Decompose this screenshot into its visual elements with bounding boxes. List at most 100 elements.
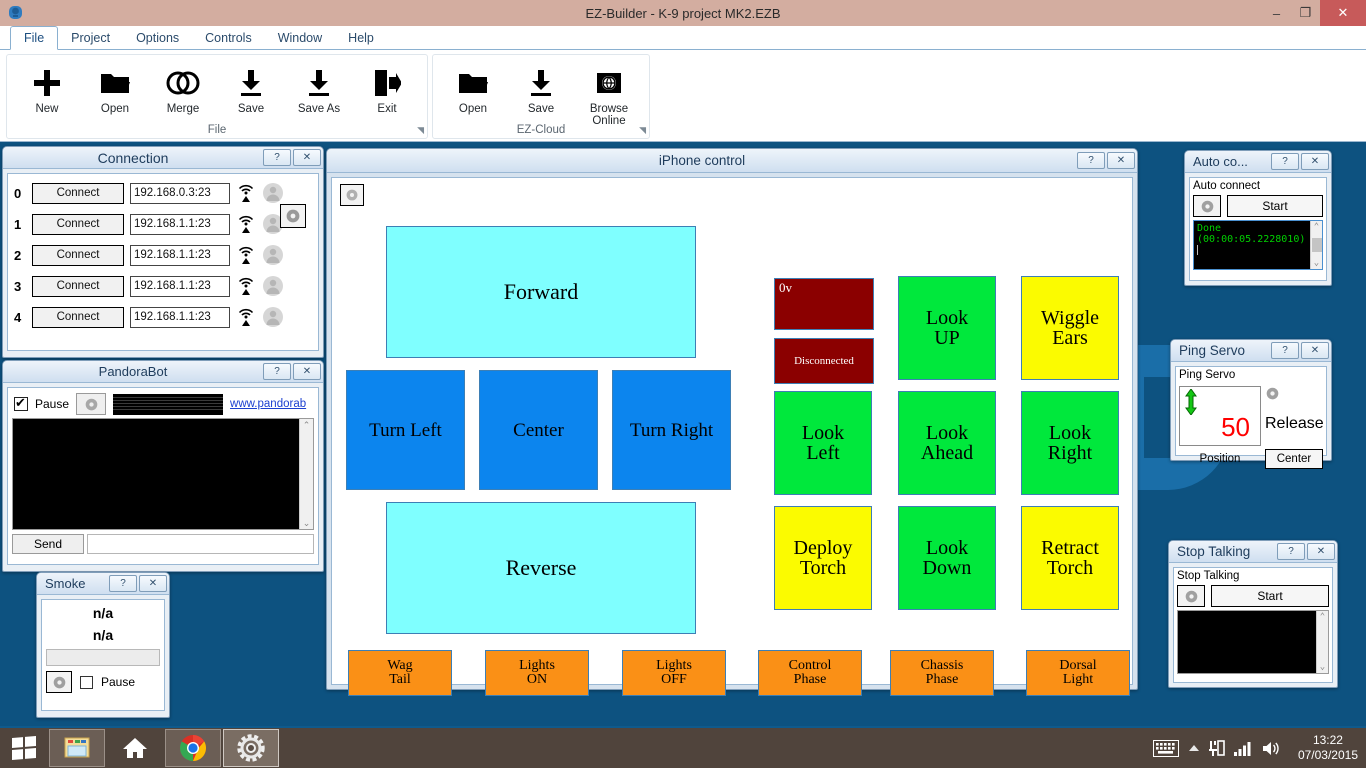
iphone-button-reverse[interactable]: Reverse [386, 502, 696, 634]
iphone-button-forward[interactable]: Forward [386, 226, 696, 358]
tab-controls[interactable]: Controls [192, 27, 265, 49]
smoke-help-button[interactable]: ? [109, 575, 137, 592]
iphone-button-look-right[interactable]: LookRight [1021, 391, 1119, 495]
stop-talking-start-button[interactable]: Start [1211, 585, 1329, 607]
ping-servo-help-button[interactable]: ? [1271, 342, 1299, 359]
close-button[interactable]: ✕ [1320, 0, 1366, 26]
connect-button-1[interactable]: Connect [32, 214, 124, 235]
smoke-settings-button[interactable] [46, 671, 72, 693]
network-icon[interactable] [1209, 739, 1225, 757]
connection-ip-input-4[interactable]: 192.168.1.1:23 [130, 307, 230, 328]
taskbar-file-explorer-button[interactable] [49, 729, 105, 767]
iphone-button-lights-off[interactable]: LightsOFF [622, 650, 726, 696]
ribbon-file-dialog-launcher[interactable]: ◥ [417, 125, 424, 136]
plus-icon [32, 63, 62, 103]
auto-connect-help-button[interactable]: ? [1271, 153, 1299, 170]
stop-talking-help-button[interactable]: ? [1277, 543, 1305, 560]
stop-talking-console[interactable]: ⌃ ⌄ [1177, 610, 1329, 674]
chevron-up-icon[interactable] [1188, 743, 1200, 753]
taskbar-settings-button[interactable] [223, 729, 279, 767]
scroll-down-icon[interactable]: ⌄ [303, 517, 311, 529]
tab-file[interactable]: File [10, 26, 58, 50]
iphone-button-wiggle-ears[interactable]: WiggleEars [1021, 276, 1119, 380]
iphone-button-retract-torch[interactable]: RetractTorch [1021, 506, 1119, 610]
connect-button-4[interactable]: Connect [32, 307, 124, 328]
iphone-button-dorsal-light[interactable]: DorsalLight [1026, 650, 1130, 696]
volume-icon[interactable] [1261, 740, 1281, 757]
pandorabot-help-button[interactable]: ? [263, 363, 291, 380]
auto-connect-console[interactable]: Done (00:00:05.2228010) ⌃ ⌄ [1193, 220, 1323, 270]
ping-servo-release-button[interactable]: Release [1265, 415, 1323, 443]
iphone-button-control-phase[interactable]: ControlPhase [758, 650, 862, 696]
scroll-up-icon[interactable]: ⌃ [1314, 221, 1319, 233]
minimize-button[interactable]: – [1262, 0, 1291, 26]
connection-ip-input-0[interactable]: 192.168.0.3:23 [130, 183, 230, 204]
connection-ip-input-3[interactable]: 192.168.1.1:23 [130, 276, 230, 297]
stop-talking-close-button[interactable]: ✕ [1307, 543, 1335, 560]
scroll-thumb[interactable] [1312, 238, 1322, 252]
stop-talking-scrollbar[interactable]: ⌃ ⌄ [1316, 611, 1328, 673]
ping-servo-value-box[interactable]: 50 [1179, 386, 1261, 446]
iphone-button-lights-on[interactable]: LightsON [485, 650, 589, 696]
iphone-button-look-up[interactable]: LookUP [898, 276, 996, 380]
tab-options[interactable]: Options [123, 27, 192, 49]
tab-help[interactable]: Help [335, 27, 387, 49]
scroll-up-icon[interactable]: ⌃ [303, 419, 311, 431]
start-button[interactable] [0, 727, 48, 768]
connection-settings-button[interactable] [280, 204, 306, 228]
iphone-settings-button[interactable] [340, 184, 364, 206]
iphone-help-button[interactable]: ? [1077, 152, 1105, 169]
clock[interactable]: 13:22 07/03/2015 [1290, 733, 1358, 763]
keyboard-icon[interactable] [1153, 740, 1179, 757]
iphone-button-status[interactable]: Disconnected [774, 338, 874, 384]
up-down-arrow-icon[interactable] [1184, 389, 1198, 420]
signal-bars-icon[interactable] [1234, 740, 1252, 756]
connection-ip-input-2[interactable]: 192.168.1.1:23 [130, 245, 230, 266]
auto-connect-scrollbar[interactable]: ⌃ ⌄ [1310, 221, 1322, 269]
connect-button-0[interactable]: Connect [32, 183, 124, 204]
pandorabot-close-button[interactable]: ✕ [293, 363, 321, 380]
pandorabot-website-link[interactable]: www.pandorab [230, 398, 308, 410]
pandorabot-console[interactable]: ⌃ ⌄ [12, 418, 314, 530]
connect-button-3[interactable]: Connect [32, 276, 124, 297]
scroll-down-icon[interactable]: ⌄ [1320, 661, 1325, 673]
iphone-button-turn-right[interactable]: Turn Right [612, 370, 731, 490]
pandorabot-scrollbar[interactable]: ⌃ ⌄ [299, 419, 313, 529]
iphone-button-wag-tail[interactable]: WagTail [348, 650, 452, 696]
smoke-pause-checkbox[interactable] [80, 676, 93, 689]
pandorabot-message-input[interactable] [87, 534, 314, 554]
stop-talking-settings-button[interactable] [1177, 585, 1205, 607]
connect-button-2[interactable]: Connect [32, 245, 124, 266]
connection-help-button[interactable]: ? [263, 149, 291, 166]
auto-connect-settings-button[interactable] [1193, 195, 1221, 217]
ribbon-ezcloud-dialog-launcher[interactable]: ◥ [639, 125, 646, 136]
iphone-button-look-ahead[interactable]: LookAhead [898, 391, 996, 495]
auto-connect-close-button[interactable]: ✕ [1301, 153, 1329, 170]
iphone-button-voltage[interactable]: 0v [774, 278, 874, 330]
taskbar-home-button[interactable] [107, 729, 163, 767]
iphone-button-look-down[interactable]: LookDown [898, 506, 996, 610]
smoke-close-button[interactable]: ✕ [139, 575, 167, 592]
connection-close-button[interactable]: ✕ [293, 149, 321, 166]
pandorabot-settings-button[interactable] [76, 393, 106, 415]
iphone-close-button[interactable]: ✕ [1107, 152, 1135, 169]
ping-servo-grid: 50 Release [1176, 384, 1326, 449]
iphone-button-center[interactable]: Center [479, 370, 598, 490]
iphone-button-chassis-phase[interactable]: ChassisPhase [890, 650, 994, 696]
ping-servo-close-button[interactable]: ✕ [1301, 342, 1329, 359]
pandorabot-send-button[interactable]: Send [12, 534, 84, 554]
pandorabot-pause-checkbox[interactable] [14, 397, 28, 411]
iphone-button-look-left[interactable]: LookLeft [774, 391, 872, 495]
iphone-button-turn-left[interactable]: Turn Left [346, 370, 465, 490]
maximize-button[interactable]: ❐ [1291, 0, 1320, 26]
tab-project[interactable]: Project [58, 27, 123, 49]
taskbar-chrome-button[interactable] [165, 729, 221, 767]
scroll-down-icon[interactable]: ⌄ [1314, 257, 1319, 269]
ping-servo-center-button[interactable]: Center [1265, 449, 1323, 469]
tab-window[interactable]: Window [265, 27, 335, 49]
iphone-button-deploy-torch[interactable]: DeployTorch [774, 506, 872, 610]
scroll-up-icon[interactable]: ⌃ [1320, 611, 1325, 623]
connection-ip-input-1[interactable]: 192.168.1.1:23 [130, 214, 230, 235]
auto-connect-start-button[interactable]: Start [1227, 195, 1323, 217]
ping-servo-settings-button[interactable] [1265, 386, 1323, 412]
